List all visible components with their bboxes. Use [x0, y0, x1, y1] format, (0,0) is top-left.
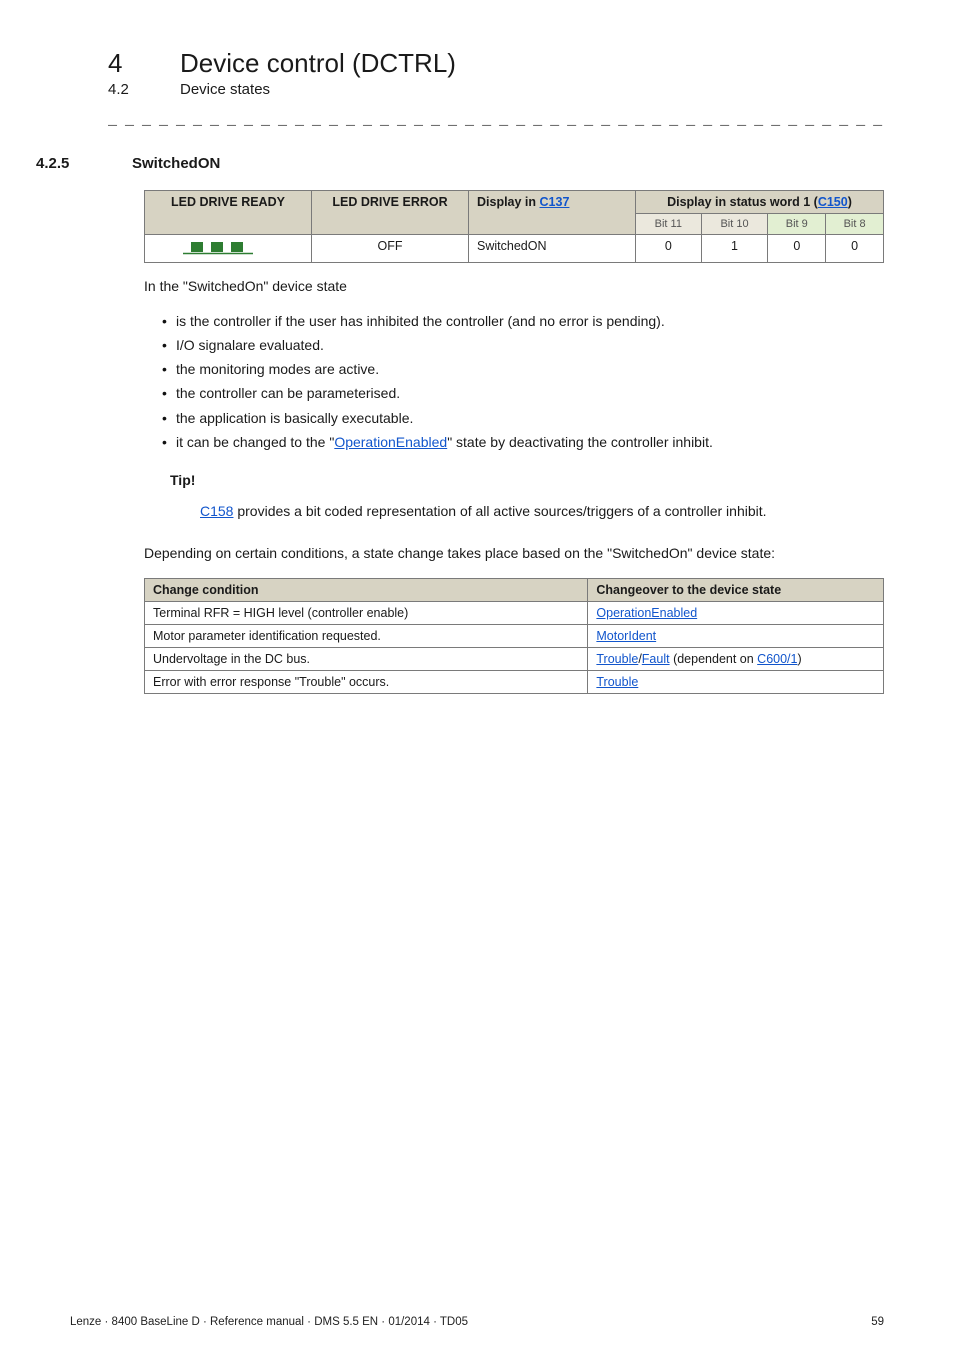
table-cell: Undervoltage in the DC bus.	[145, 647, 588, 670]
list-item: I/O signalare evaluated.	[162, 335, 884, 355]
td-led-ready	[145, 235, 312, 263]
paren-close: )	[797, 652, 801, 666]
th-changeover: Changeover to the device state	[588, 578, 884, 601]
led-indicator-icon	[183, 239, 273, 255]
section-number: 4.2	[108, 81, 144, 98]
tip-text: C158 provides a bit coded representation…	[200, 502, 884, 522]
table-cell: Trouble	[588, 670, 884, 693]
table-cell: Error with error response "Trouble" occu…	[145, 670, 588, 693]
list-item-pre: it can be changed to the "	[176, 434, 334, 450]
page-number: 59	[871, 1316, 884, 1328]
intro-paragraph: In the "SwitchedOn" device state	[144, 277, 884, 297]
tip-label: Tip!	[170, 466, 195, 488]
table-cell: Terminal RFR = HIGH level (controller en…	[145, 601, 588, 624]
link-c137[interactable]: C137	[540, 195, 570, 209]
table-cell: Motor parameter identification requested…	[145, 624, 588, 647]
link-trouble-2[interactable]: Trouble	[596, 675, 638, 689]
link-operation-enabled-2[interactable]: OperationEnabled	[596, 606, 697, 620]
link-c600-1[interactable]: C600/1	[757, 652, 797, 666]
th-led-error: LED DRIVE ERROR	[312, 191, 469, 235]
th-bit9: Bit 9	[768, 214, 826, 235]
list-item: it can be changed to the "OperationEnabl…	[162, 432, 884, 452]
list-item-post: " state by deactivating the controller i…	[447, 434, 713, 450]
link-trouble[interactable]: Trouble	[596, 652, 638, 666]
th-display-c137: Display in C137	[469, 191, 636, 235]
link-c150[interactable]: C150	[818, 195, 848, 209]
bullet-list: is the controller if the user has inhibi…	[162, 311, 884, 453]
th-status-pre: Display in status word 1 (	[667, 195, 818, 209]
list-item: is the controller if the user has inhibi…	[162, 311, 884, 331]
th-status-post: )	[848, 195, 852, 209]
list-item: the controller can be parameterised.	[162, 383, 884, 403]
th-status-word: Display in status word 1 (C150)	[636, 191, 884, 214]
separator-line: _ _ _ _ _ _ _ _ _ _ _ _ _ _ _ _ _ _ _ _ …	[108, 112, 884, 129]
change-condition-table: Change condition Changeover to the devic…	[144, 578, 884, 694]
list-item: the monitoring modes are active.	[162, 359, 884, 379]
th-bit8: Bit 8	[826, 214, 884, 235]
td-led-error: OFF	[312, 235, 469, 263]
chapter-number: 4	[108, 48, 144, 79]
footer-left: Lenze · 8400 BaseLine D · Reference manu…	[70, 1316, 468, 1328]
chapter-title: Device control (DCTRL)	[180, 48, 456, 79]
list-item: the application is basically executable.	[162, 408, 884, 428]
table-cell: MotorIdent	[588, 624, 884, 647]
td-bit8: 0	[826, 235, 884, 263]
td-bit9: 0	[768, 235, 826, 263]
section-title: Device states	[180, 81, 270, 98]
tip-rest: provides a bit coded representation of a…	[233, 503, 766, 519]
subsection-number: 4.2.5	[36, 155, 96, 172]
link-motorident[interactable]: MotorIdent	[596, 629, 656, 643]
transition-paragraph: Depending on certain conditions, a state…	[144, 544, 884, 564]
link-operation-enabled[interactable]: OperationEnabled	[334, 434, 447, 450]
th-bit11: Bit 11	[636, 214, 702, 235]
status-table: LED DRIVE READY LED DRIVE ERROR Display …	[144, 190, 884, 263]
td-bit11: 0	[636, 235, 702, 263]
table-cell: OperationEnabled	[588, 601, 884, 624]
link-c158[interactable]: C158	[200, 503, 233, 519]
paren-text: (dependent on	[670, 652, 758, 666]
table-cell: Trouble/Fault (dependent on C600/1)	[588, 647, 884, 670]
th-display-pre: Display in	[477, 195, 540, 209]
th-led-ready: LED DRIVE READY	[145, 191, 312, 235]
link-fault[interactable]: Fault	[642, 652, 670, 666]
th-change-condition: Change condition	[145, 578, 588, 601]
th-bit10: Bit 10	[701, 214, 768, 235]
td-display: SwitchedON	[469, 235, 636, 263]
td-bit10: 1	[701, 235, 768, 263]
subsection-title: SwitchedON	[132, 155, 220, 172]
